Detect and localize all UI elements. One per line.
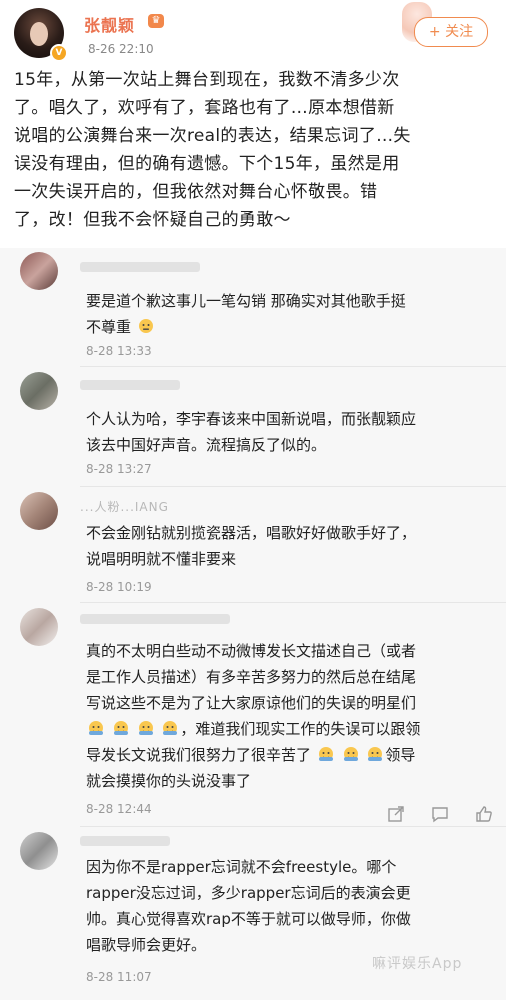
post-line: 15年，从第一次站上舞台到现在，我数不清多少次 xyxy=(14,70,400,90)
comment-time: 8-28 12:44 xyxy=(86,802,152,816)
comment-line: ，难道我们现实工作的失误可以跟领 xyxy=(86,716,496,742)
emoji-icon xyxy=(318,747,333,761)
comment-text: 不会金刚钻就别揽瓷器活，唱歌好好做歌手好了， 说唱明明就不懂非要来 xyxy=(86,520,496,572)
post-line: 一次失误开启的，但我依然对舞台心怀敬畏。错 xyxy=(14,182,378,202)
follow-button[interactable]: + 关注 xyxy=(414,17,488,47)
post-line: 了。唱久了，欢呼有了，套路也有了…原本想借新 xyxy=(14,98,395,118)
comment-line: 不尊重 xyxy=(86,314,496,340)
comment-line: 就会摸摸你的头说没事了 xyxy=(86,772,252,790)
emoji-icon xyxy=(138,721,153,735)
comment-username-blurred[interactable] xyxy=(80,262,200,272)
comment-line: rapper没忘过词，多少rapper忘词后的表演会更 xyxy=(86,884,411,902)
comment-line: 帅。真心觉得喜欢rap不等于就可以做导师，你做 xyxy=(86,910,411,928)
post-header: V 张靓颖 ♛ 8-26 22:10 + 关注 xyxy=(0,0,506,64)
comment-line: 个人认为哈，李宇春该来中国新说唱，而张靓颖应 xyxy=(86,410,417,428)
post-time: 8-26 22:10 xyxy=(88,42,154,56)
emoji-icon xyxy=(343,747,358,761)
comment-line: 写说这些不是为了让大家原谅他们的失误的明星们 xyxy=(86,694,417,712)
comment-text: 真的不太明白些动不动微博发长文描述自己（或者 是工作人员描述）有多辛苦多努力的然… xyxy=(86,638,496,794)
comment-time: 8-28 13:27 xyxy=(86,462,152,476)
comment-line: 真的不太明白些动不动微博发长文描述自己（或者 xyxy=(86,642,417,660)
comment-avatar[interactable] xyxy=(20,372,58,410)
comment-line: 要是道个歉这事儿一笔勾销 那确实对其他歌手挺 xyxy=(86,292,406,310)
comment-time: 8-28 10:19 xyxy=(86,580,152,594)
watermark: 嘛评娱乐App xyxy=(372,956,463,972)
comments-section: 要是道个歉这事儿一笔勾销 那确实对其他歌手挺 不尊重 8-28 13:33 个人… xyxy=(0,248,506,1000)
post-line: 说唱的公演舞台来一次real的表达，结果忘词了…失 xyxy=(14,126,411,146)
comment-icon[interactable] xyxy=(430,804,450,824)
comment-line: 该去中国好声音。流程搞反了似的。 xyxy=(86,436,327,454)
comment-line: 说唱明明就不懂非要来 xyxy=(86,550,237,568)
user-name[interactable]: 张靓颖 xyxy=(84,12,135,36)
comment-time: 8-28 11:07 xyxy=(86,970,152,984)
comment-divider xyxy=(80,602,506,603)
emoji-icon xyxy=(138,319,153,333)
comment-text: 要是道个歉这事儿一笔勾销 那确实对其他歌手挺 不尊重 xyxy=(86,288,496,340)
emoji-icon xyxy=(89,721,103,735)
post-line: 误没有理由，但的确有遗憾。下个15年，虽然是用 xyxy=(14,154,400,174)
emoji-icon xyxy=(368,747,383,761)
comment-line: 是工作人员描述）有多辛苦多努力的然后总在结尾 xyxy=(86,668,417,686)
comment-line: 导发长文说我们很努力了很辛苦了 领导 xyxy=(86,746,416,764)
comment-actions xyxy=(386,804,496,826)
comment-avatar[interactable] xyxy=(20,492,58,530)
comment-divider xyxy=(80,826,506,827)
comment-divider xyxy=(80,366,506,367)
comment-username-blurred[interactable] xyxy=(80,614,230,624)
post-text: 15年，从第一次站上舞台到现在，我数不清多少次 了。唱久了，欢呼有了，套路也有了… xyxy=(14,66,494,234)
comment-divider xyxy=(80,486,506,487)
comment-username-blurred[interactable] xyxy=(80,380,180,390)
comment-line: 因为你不是rapper忘词就不会freestyle。哪个 xyxy=(86,858,397,876)
comment-avatar[interactable] xyxy=(20,832,58,870)
comment-text: 因为你不是rapper忘词就不会freestyle。哪个 rapper没忘过词，… xyxy=(86,854,496,958)
emoji-icon xyxy=(113,721,128,735)
comment-username-blurred[interactable] xyxy=(80,836,170,846)
vip-crown-icon: ♛ xyxy=(148,14,164,28)
emoji-icon xyxy=(163,721,178,735)
comment-avatar[interactable] xyxy=(20,608,58,646)
like-icon[interactable] xyxy=(474,804,494,824)
verified-badge-icon: V xyxy=(50,44,68,62)
comment-username[interactable]: ...人粉...IANG xyxy=(80,498,169,515)
share-icon[interactable] xyxy=(386,804,406,824)
post-line: 了，改！但我不会怀疑自己的勇敢～ xyxy=(14,210,291,230)
comment-text: 个人认为哈，李宇春该来中国新说唱，而张靓颖应 该去中国好声音。流程搞反了似的。 xyxy=(86,406,496,458)
comment-time: 8-28 13:33 xyxy=(86,344,152,358)
comment-avatar[interactable] xyxy=(20,252,58,290)
comment-line: 不会金刚钻就别揽瓷器活，唱歌好好做歌手好了， xyxy=(86,524,417,542)
